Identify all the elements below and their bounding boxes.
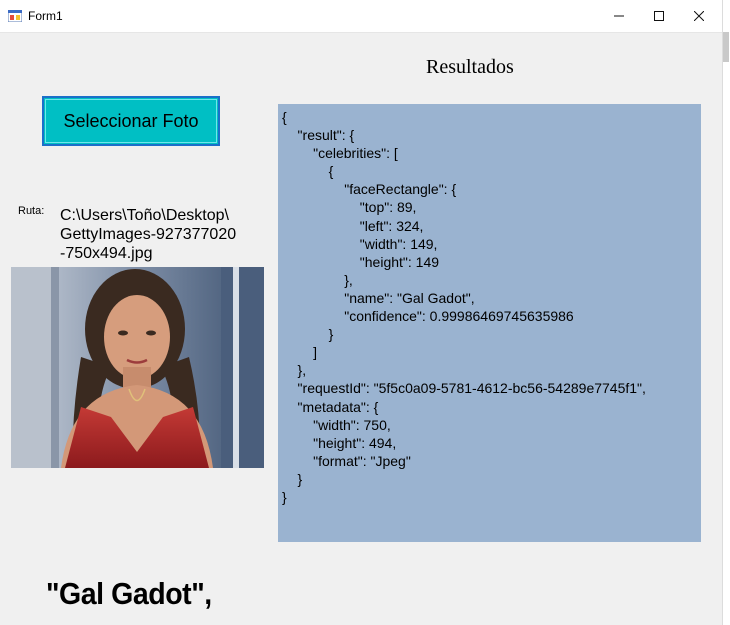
json-line: "format": "Jpeg" xyxy=(282,452,411,469)
close-button[interactable] xyxy=(676,0,722,32)
portrait-photo xyxy=(11,267,264,468)
json-line: "requestId": "5f5c0a09-5781-4612-bc56-54… xyxy=(282,380,646,397)
json-line: } xyxy=(282,470,303,487)
select-photo-button[interactable]: Seleccionar Foto xyxy=(42,96,220,146)
json-line: "left": 324, xyxy=(282,217,424,234)
json-line: "width": 149, xyxy=(282,235,438,252)
celebrity-name-label: "Gal Gadot", xyxy=(46,576,212,611)
json-line: "metadata": { xyxy=(282,398,379,415)
app-icon xyxy=(8,10,22,22)
json-line: } xyxy=(282,488,287,505)
json-line: } xyxy=(282,326,334,343)
results-title: Resultados xyxy=(426,56,514,78)
results-textbox[interactable]: { "result": { "celebrities": [ { "faceRe… xyxy=(278,104,701,542)
json-line: "name": "Gal Gadot", xyxy=(282,289,475,306)
json-line: "celebrities": [ xyxy=(282,145,398,162)
json-line: "result": { xyxy=(282,127,355,144)
window-title: Form1 xyxy=(28,9,63,23)
json-line: }, xyxy=(282,271,353,288)
json-line: "height": 149 xyxy=(282,253,440,270)
json-line: { xyxy=(282,109,287,125)
json-line: ] xyxy=(282,344,318,361)
json-line: "confidence": 0.99986469745635986 xyxy=(282,308,574,325)
minimize-icon xyxy=(614,15,624,17)
json-line: }, xyxy=(282,362,307,379)
maximize-icon xyxy=(654,11,664,21)
json-line: "top": 89, xyxy=(282,199,417,216)
close-icon xyxy=(694,11,704,21)
json-line: { xyxy=(282,163,334,180)
title-bar: Form1 xyxy=(0,0,722,33)
window-edge xyxy=(722,0,730,625)
path-value: C:\Users\Toño\Desktop\ GettyImages-92737… xyxy=(60,207,237,262)
json-line: "faceRectangle": { xyxy=(282,181,457,198)
path-label: Ruta: xyxy=(18,205,45,217)
json-line: "width": 750, xyxy=(282,416,391,433)
json-line: "height": 494, xyxy=(282,434,397,451)
